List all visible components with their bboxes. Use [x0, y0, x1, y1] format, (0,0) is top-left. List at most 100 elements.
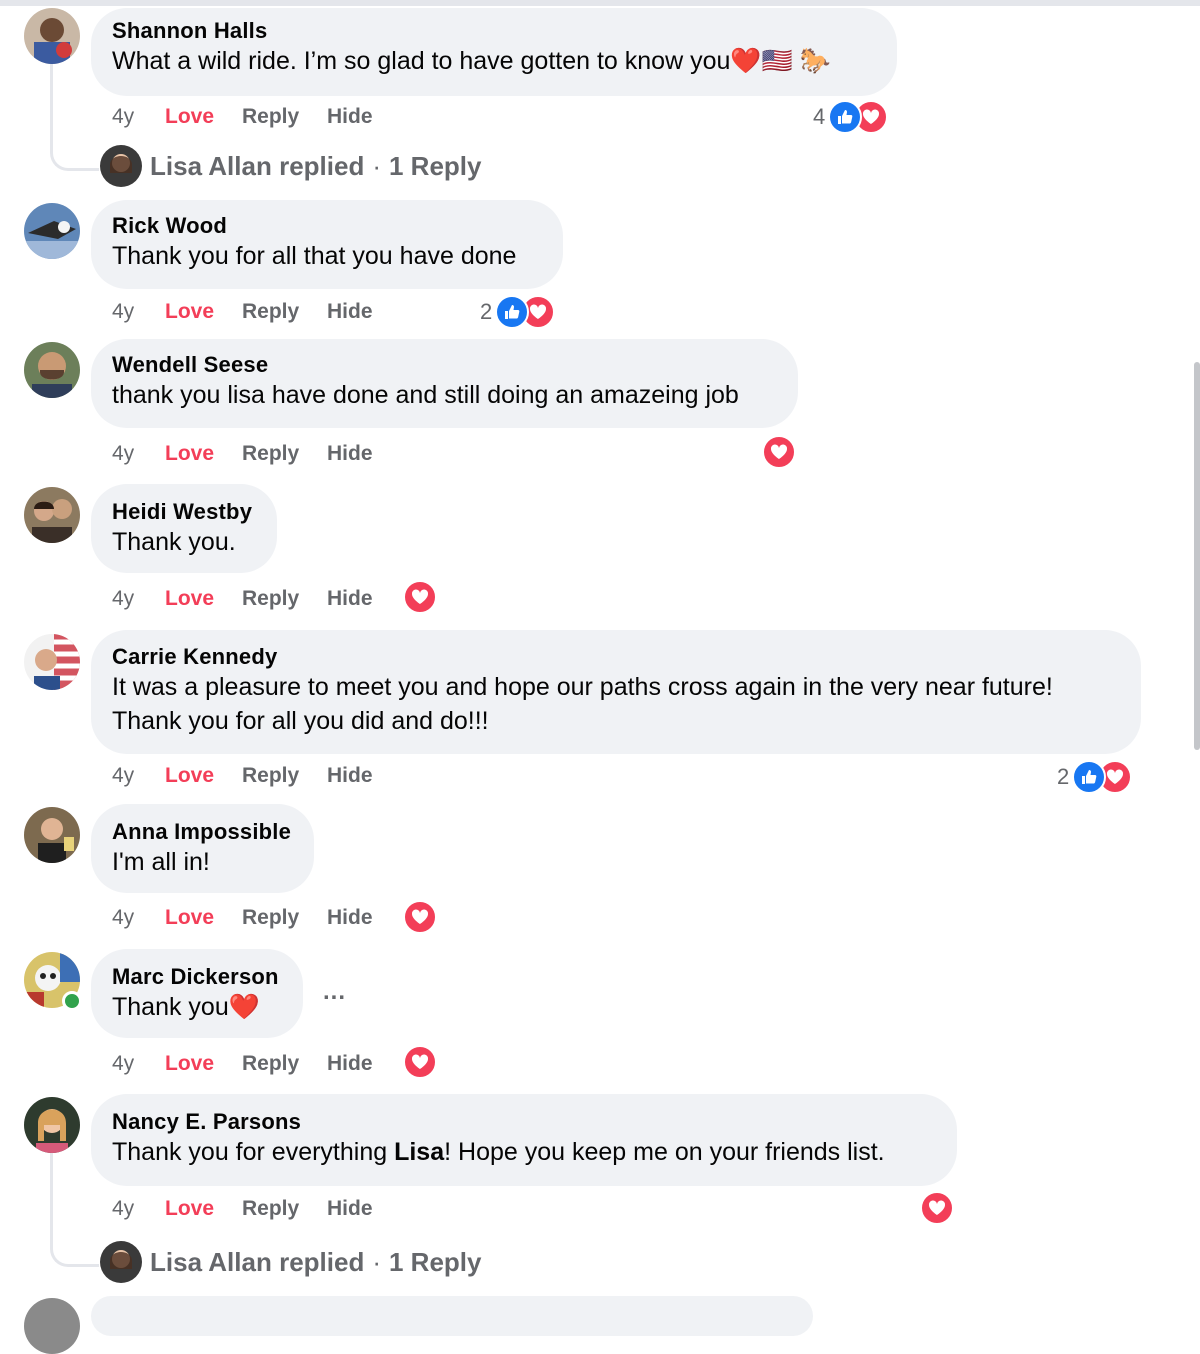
love-button[interactable]: Love	[165, 1195, 214, 1223]
scrollbar[interactable]	[1194, 362, 1200, 750]
view-replies-link[interactable]: Lisa Allan replied · 1 Reply	[100, 144, 482, 188]
hide-button[interactable]: Hide	[327, 762, 373, 790]
hide-button[interactable]: Hide	[327, 298, 373, 326]
timestamp[interactable]: 4y	[112, 1195, 134, 1223]
love-button[interactable]: Love	[165, 298, 214, 326]
hide-button[interactable]: Hide	[327, 585, 373, 613]
mentioned-name[interactable]: Lisa	[394, 1138, 444, 1166]
hide-button[interactable]: Hide	[327, 904, 373, 932]
reply-button[interactable]: Reply	[242, 904, 299, 932]
comment-text: Thank you❤️	[112, 990, 282, 1024]
comment-bubble: Nancy E. Parsons Thank you for everythin…	[91, 1094, 957, 1186]
comment-author[interactable]: Wendell Seese	[112, 352, 777, 378]
comment-author[interactable]: Shannon Halls	[112, 18, 876, 44]
avatar[interactable]	[24, 487, 80, 543]
reaction-summary[interactable]	[920, 1191, 954, 1225]
comment-text: Thank you.	[112, 528, 236, 556]
comment-author[interactable]: Carrie Kennedy	[112, 644, 1120, 670]
reaction-count: 2	[1057, 764, 1070, 789]
comment-text-line-1: It was a pleasure to meet you and hope o…	[112, 673, 1053, 701]
love-icon	[920, 1191, 954, 1225]
comment-author[interactable]: Heidi Westby	[112, 499, 256, 525]
comment-text-body: Thank you	[112, 993, 229, 1021]
avatar[interactable]	[24, 342, 80, 398]
comment-bubble: Wendell Seese thank you lisa have done a…	[91, 339, 798, 428]
online-status-dot	[62, 991, 82, 1011]
comment-author[interactable]: Nancy E. Parsons	[112, 1109, 936, 1135]
timestamp[interactable]: 4y	[112, 585, 134, 613]
reply-button[interactable]: Reply	[242, 1050, 299, 1078]
like-icon	[1072, 760, 1107, 794]
love-icon	[403, 1045, 437, 1079]
timestamp[interactable]: 4y	[112, 904, 134, 932]
love-icon	[403, 580, 437, 614]
timestamp[interactable]: 4y	[112, 298, 134, 326]
avatar[interactable]	[24, 1097, 80, 1153]
reaction-summary[interactable]: 4	[813, 100, 889, 134]
comment-bubble: Marc Dickerson Thank you❤️	[91, 949, 303, 1038]
comment-author[interactable]: Marc Dickerson	[112, 964, 282, 990]
reply-count: 1 Reply	[389, 1246, 482, 1277]
reply-button[interactable]: Reply	[242, 762, 299, 790]
hide-button[interactable]: Hide	[327, 440, 373, 468]
reply-button[interactable]: Reply	[242, 1195, 299, 1223]
reply-button[interactable]: Reply	[242, 440, 299, 468]
avatar[interactable]	[24, 8, 80, 64]
like-icon	[828, 100, 863, 134]
hide-button[interactable]: Hide	[327, 1195, 373, 1223]
reaction-summary[interactable]	[403, 580, 437, 614]
avatar[interactable]	[24, 1298, 80, 1354]
reaction-summary[interactable]: 2	[480, 295, 556, 329]
replier-name: Lisa Allan replied	[150, 1246, 365, 1277]
love-button[interactable]: Love	[165, 585, 214, 613]
top-divider	[0, 0, 1200, 6]
view-replies-link[interactable]: Lisa Allan replied · 1 Reply	[100, 1240, 482, 1284]
love-button[interactable]: Love	[165, 762, 214, 790]
reply-button[interactable]: Reply	[242, 103, 299, 131]
love-button[interactable]: Love	[165, 103, 214, 131]
separator: ·	[372, 150, 381, 181]
hide-button[interactable]: Hide	[327, 1050, 373, 1078]
replier-name: Lisa Allan replied	[150, 150, 365, 181]
reply-button[interactable]: Reply	[242, 298, 299, 326]
reaction-summary[interactable]	[403, 1045, 437, 1079]
comment-bubble: Heidi Westby Thank you.	[91, 484, 277, 573]
timestamp[interactable]: 4y	[112, 762, 134, 790]
more-options-button[interactable]: ...	[323, 978, 346, 1006]
reply-thread-line	[50, 62, 99, 171]
comment-text: Thank you for everything Lisa! Hope you …	[112, 1135, 936, 1169]
avatar[interactable]	[24, 203, 80, 259]
like-icon	[495, 295, 530, 329]
timestamp[interactable]: 4y	[112, 1050, 134, 1078]
emoji-heart-flag-horse: ❤️🇺🇸 🐎	[730, 47, 831, 75]
comment-bubble	[91, 1296, 813, 1336]
avatar[interactable]	[24, 634, 80, 690]
comment-text-end: ! Hope you keep me on your friends list.	[444, 1138, 885, 1166]
comment-text-line-2: Thank you for all you did and do!!!	[112, 707, 489, 735]
love-icon	[762, 435, 796, 469]
reaction-count: 4	[813, 104, 826, 129]
avatar[interactable]	[24, 807, 80, 863]
love-button[interactable]: Love	[165, 904, 214, 932]
reaction-summary[interactable]	[403, 900, 437, 934]
hide-button[interactable]: Hide	[327, 103, 373, 131]
reply-avatar	[100, 1241, 142, 1283]
comment-author[interactable]: Anna Impossible	[112, 819, 293, 845]
reply-button[interactable]: Reply	[242, 585, 299, 613]
timestamp[interactable]: 4y	[112, 440, 134, 468]
reply-count: 1 Reply	[389, 150, 482, 181]
comment-bubble: Shannon Halls What a wild ride. I’m so g…	[91, 8, 897, 96]
comment-bubble: Rick Wood Thank you for all that you hav…	[91, 200, 563, 289]
timestamp[interactable]: 4y	[112, 103, 134, 131]
comment-author[interactable]: Rick Wood	[112, 213, 542, 239]
reaction-summary[interactable]	[762, 435, 796, 469]
reaction-summary[interactable]: 2	[1057, 760, 1133, 794]
love-button[interactable]: Love	[165, 1050, 214, 1078]
love-button[interactable]: Love	[165, 440, 214, 468]
love-icon	[403, 900, 437, 934]
comment-bubble: Carrie Kennedy It was a pleasure to meet…	[91, 630, 1141, 754]
comment-text: thank you lisa have done and still doing…	[112, 381, 739, 409]
separator: ·	[372, 1246, 381, 1277]
comment-text: I'm all in!	[112, 848, 210, 876]
emoji-heart: ❤️	[228, 993, 260, 1021]
